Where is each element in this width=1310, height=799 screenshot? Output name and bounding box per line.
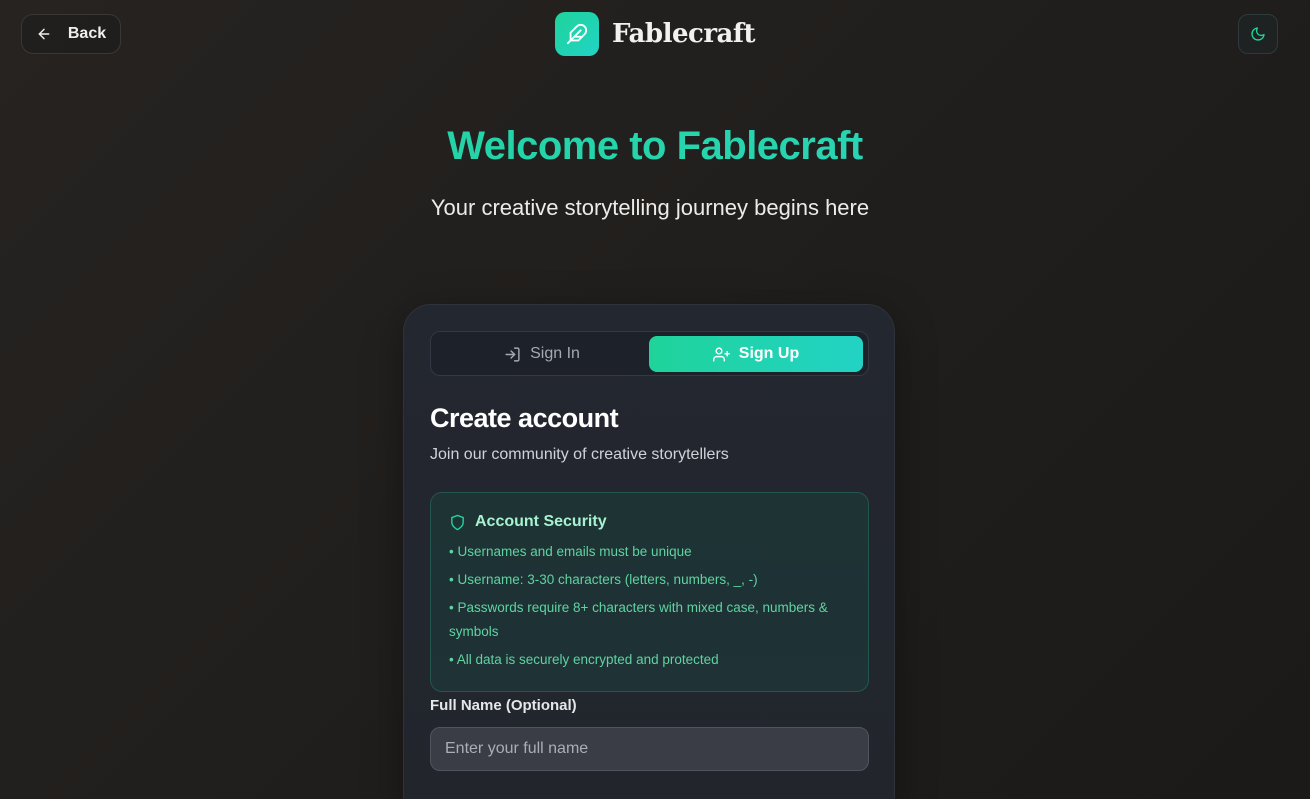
tab-sign-in[interactable]: Sign In [435,336,649,372]
security-item: • Username: 3-30 characters (letters, nu… [449,572,758,587]
feather-icon [566,23,588,45]
moon-icon [1251,27,1265,41]
security-item: • All data is securely encrypted and pro… [449,652,719,667]
arrow-left-icon [38,28,50,40]
hero-title: Welcome to Fablecraft [0,124,1310,169]
tab-sign-up[interactable]: Sign Up [649,336,863,372]
tab-sign-up-label: Sign Up [738,345,800,362]
login-icon [505,346,520,362]
security-heading: Account Security [449,511,850,533]
back-button[interactable]: Back [21,14,121,54]
tab-sign-in-label: Sign In [530,345,580,362]
brand-name: Fablecraft [612,19,756,49]
shield-icon [451,514,464,530]
brand[interactable]: Fablecraft [555,12,756,56]
form-title: Create account [430,403,619,433]
full-name-label: Full Name (Optional) [430,697,577,714]
form-subtitle: Join our community of creative storytell… [430,446,729,463]
brand-logo [555,12,599,56]
hero-subtitle: Your creative storytelling journey begin… [430,195,870,220]
security-list: • Usernames and emails must be unique • … [449,540,850,672]
back-label: Back [67,25,107,42]
security-notice: Account Security • Usernames and emails … [430,492,869,692]
user-plus-icon [712,346,730,362]
security-item: • Usernames and emails must be unique [449,544,692,559]
security-item: • Passwords require 8+ characters with m… [449,600,828,639]
theme-toggle-button[interactable] [1238,14,1278,54]
auth-card: Sign In Sign Up Create account Join our … [403,304,895,799]
full-name-input[interactable] [430,727,869,771]
auth-tabs: Sign In Sign Up [430,331,869,376]
security-title: Account Security [475,513,607,530]
